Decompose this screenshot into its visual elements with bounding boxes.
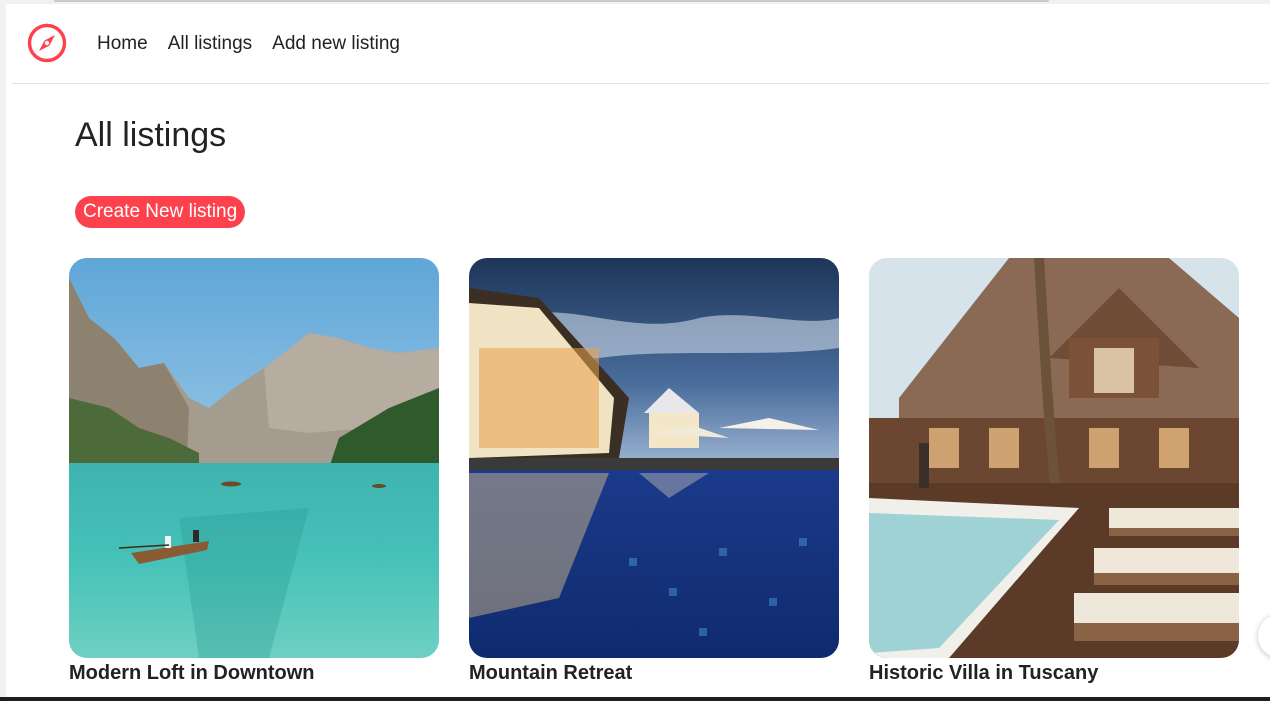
navbar: Home All listings Add new listing <box>12 4 1270 84</box>
nav-link-add-new-listing[interactable]: Add new listing <box>272 32 400 56</box>
listing-image[interactable] <box>869 258 1239 658</box>
chat-widget-button[interactable] <box>1258 614 1270 658</box>
page-title: All listings <box>75 116 227 154</box>
listing-image[interactable] <box>69 258 439 658</box>
nav-link-home[interactable]: Home <box>97 32 148 56</box>
listing-title[interactable]: Mountain Retreat <box>469 661 839 685</box>
listing-title[interactable]: Historic Villa in Tuscany <box>869 661 1239 685</box>
listing-card[interactable]: Historic Villa in Tuscany <box>869 258 1239 685</box>
create-new-listing-button[interactable]: Create New listing <box>75 196 246 228</box>
compass-icon[interactable] <box>26 22 68 64</box>
listing-card[interactable]: Mountain Retreat <box>469 258 839 685</box>
window-bottom-edge <box>0 697 1270 701</box>
horizontal-scrollbar[interactable] <box>54 0 1049 2</box>
browser-viewport: Home All listings Add new listing All li… <box>0 0 1270 701</box>
nav-link-all-listings[interactable]: All listings <box>168 32 252 56</box>
nav-links: Home All listings Add new listing <box>97 32 400 56</box>
listing-card[interactable]: Modern Loft in Downtown <box>69 258 439 685</box>
listing-image[interactable] <box>469 258 839 658</box>
listing-title[interactable]: Modern Loft in Downtown <box>69 661 439 685</box>
